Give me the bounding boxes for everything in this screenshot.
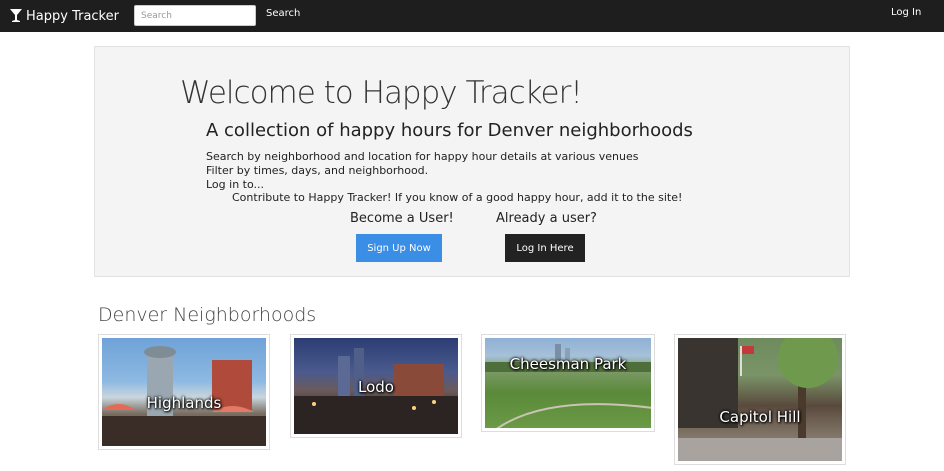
cheesman-park-photo: Cheesman Park bbox=[485, 338, 651, 428]
highlands-scene bbox=[102, 346, 266, 446]
log-in-button[interactable]: Log In Here bbox=[505, 234, 585, 262]
neighborhood-card-lodo[interactable]: Lodo bbox=[290, 334, 462, 438]
neighborhood-card-cheesman-park[interactable]: Cheesman Park bbox=[481, 334, 655, 432]
navbar: Happy Tracker Search Log In bbox=[0, 0, 944, 32]
become-user-heading: Become a User! bbox=[350, 211, 454, 226]
capitol-hill-scene bbox=[678, 338, 842, 461]
neighborhoods-heading: Denver Neighborhoods bbox=[98, 304, 317, 326]
page-title: Welcome to Happy Tracker! bbox=[180, 75, 583, 111]
welcome-jumbotron: Welcome to Happy Tracker! A collection o… bbox=[94, 46, 850, 277]
lodo-photo: Lodo bbox=[294, 338, 458, 434]
neighborhood-label: Capitol Hill bbox=[719, 408, 801, 426]
feature-line-filter: Filter by times, days, and neighborhood. bbox=[206, 164, 429, 177]
neighborhood-card-highlands[interactable]: Highlands bbox=[98, 334, 270, 450]
highlands-photo: Highlands bbox=[102, 338, 266, 446]
neighborhood-label: Highlands bbox=[146, 394, 222, 412]
neighborhood-label: Lodo bbox=[358, 378, 394, 396]
feature-line-login: Log in to... bbox=[206, 178, 265, 191]
feature-line-contribute: Contribute to Happy Tracker! If you know… bbox=[232, 191, 683, 204]
feature-line-search: Search by neighborhood and location for … bbox=[206, 150, 639, 163]
already-user-heading: Already a user? bbox=[496, 211, 597, 226]
login-link[interactable]: Log In bbox=[891, 7, 921, 18]
page-subtitle: A collection of happy hours for Denver n… bbox=[206, 120, 693, 141]
cheesman-scene bbox=[485, 344, 651, 428]
brand-name: Happy Tracker bbox=[26, 8, 119, 24]
search-input[interactable] bbox=[134, 5, 256, 26]
capitol-hill-photo: Capitol Hill bbox=[678, 338, 842, 461]
neighborhood-card-capitol-hill[interactable]: Capitol Hill bbox=[674, 334, 846, 465]
sign-up-button[interactable]: Sign Up Now bbox=[356, 234, 442, 262]
search-button[interactable]: Search bbox=[266, 8, 300, 19]
brand-link[interactable]: Happy Tracker bbox=[10, 5, 119, 27]
neighborhood-label: Cheesman Park bbox=[509, 355, 627, 373]
martini-glass-icon bbox=[10, 9, 22, 22]
